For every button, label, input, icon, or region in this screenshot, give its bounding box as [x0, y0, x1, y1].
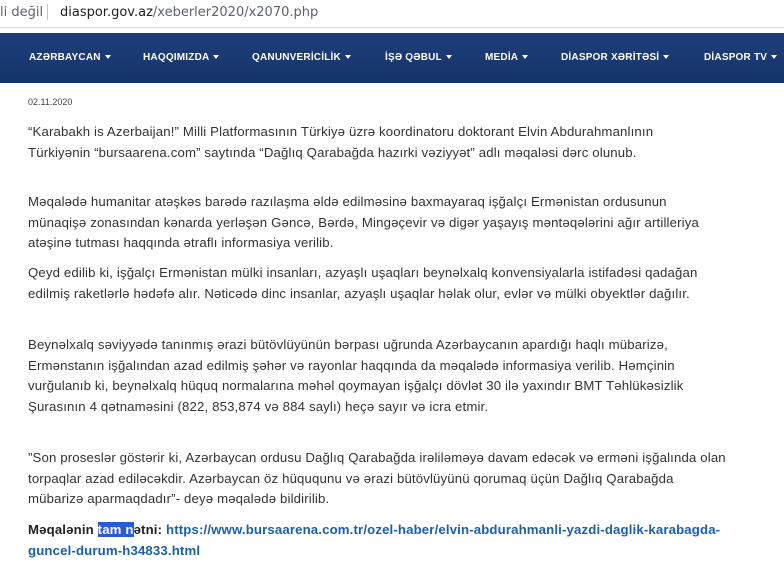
chevron-down-icon [663, 55, 670, 60]
nav-item-label: DİASPOR TV [704, 52, 768, 63]
article-paragraph: “Karabakh is Azerbaijan!” Milli Platform… [28, 124, 654, 160]
browser-address-bar[interactable]: li değil diaspor.gov.az/xeberler2020/x20… [0, 0, 784, 28]
source-label-pre: Məqalənin [28, 522, 98, 537]
chevron-down-icon [104, 55, 111, 60]
article-date: 02.11.2020 [28, 97, 73, 107]
chevron-down-icon [445, 55, 452, 60]
article-paragraph: Beynəlxalq səviyyədə tanınmış ərazi bütö… [28, 337, 684, 414]
article-paragraph: ”Son proseslər göstərir ki, Azərbaycan o… [28, 450, 726, 507]
nav-item-label: HAQQIMIZDA [143, 52, 210, 63]
selected-text: tam n [97, 522, 134, 537]
nav-item-diaspor-tv[interactable]: DİASPOR TV [704, 52, 778, 63]
nav-item-azerbaycan[interactable]: AZƏRBAYCAN [29, 52, 111, 63]
chevron-down-icon [771, 55, 778, 60]
nav-item-label: DİASPOR XƏRİTƏSİ [561, 52, 660, 63]
article-source: Məqalənin tam nətni: https://www.bursaar… [28, 520, 728, 561]
nav-item-label: QANUNVERİCİLİK [252, 52, 341, 63]
url-text[interactable]: diaspor.gov.az/xeberler2020/x2070.php [60, 5, 318, 20]
nav-item-haqqimizda[interactable]: HAQQIMIZDA [143, 52, 220, 63]
nav-item-label: MEDİA [485, 52, 519, 63]
chevron-down-icon [213, 55, 220, 60]
main-navigation: AZƏRBAYCAN HAQQIMIZDA QANUNVERİCİLİK İŞƏ… [0, 33, 784, 83]
nav-item-label: İŞƏ QƏBUL [385, 52, 442, 63]
chevron-down-icon [344, 55, 351, 60]
chevron-down-icon [522, 55, 529, 60]
nav-item-diaspor-xeritesi[interactable]: DİASPOR XƏRİTƏSİ [561, 52, 670, 63]
address-separator [47, 4, 48, 20]
article-paragraph: Məqalədə humanitar atəşkəs barədə razıla… [28, 194, 699, 251]
nav-item-media[interactable]: MEDİA [485, 52, 529, 63]
nav-item-ise-qebul[interactable]: İŞƏ QƏBUL [385, 52, 452, 63]
nav-item-qanunvericilik[interactable]: QANUNVERİCİLİK [252, 52, 351, 63]
url-path: /xeberler2020/x2070.php [152, 5, 319, 20]
url-domain: diaspor.gov.az [60, 5, 153, 20]
source-label-post: ətni: [133, 522, 163, 537]
article-paragraph: Qeyd edilib ki, işğalçı Ermənistan mülki… [28, 265, 698, 301]
nav-item-label: AZƏRBAYCAN [29, 52, 101, 63]
security-indicator[interactable]: li değil [0, 5, 43, 20]
